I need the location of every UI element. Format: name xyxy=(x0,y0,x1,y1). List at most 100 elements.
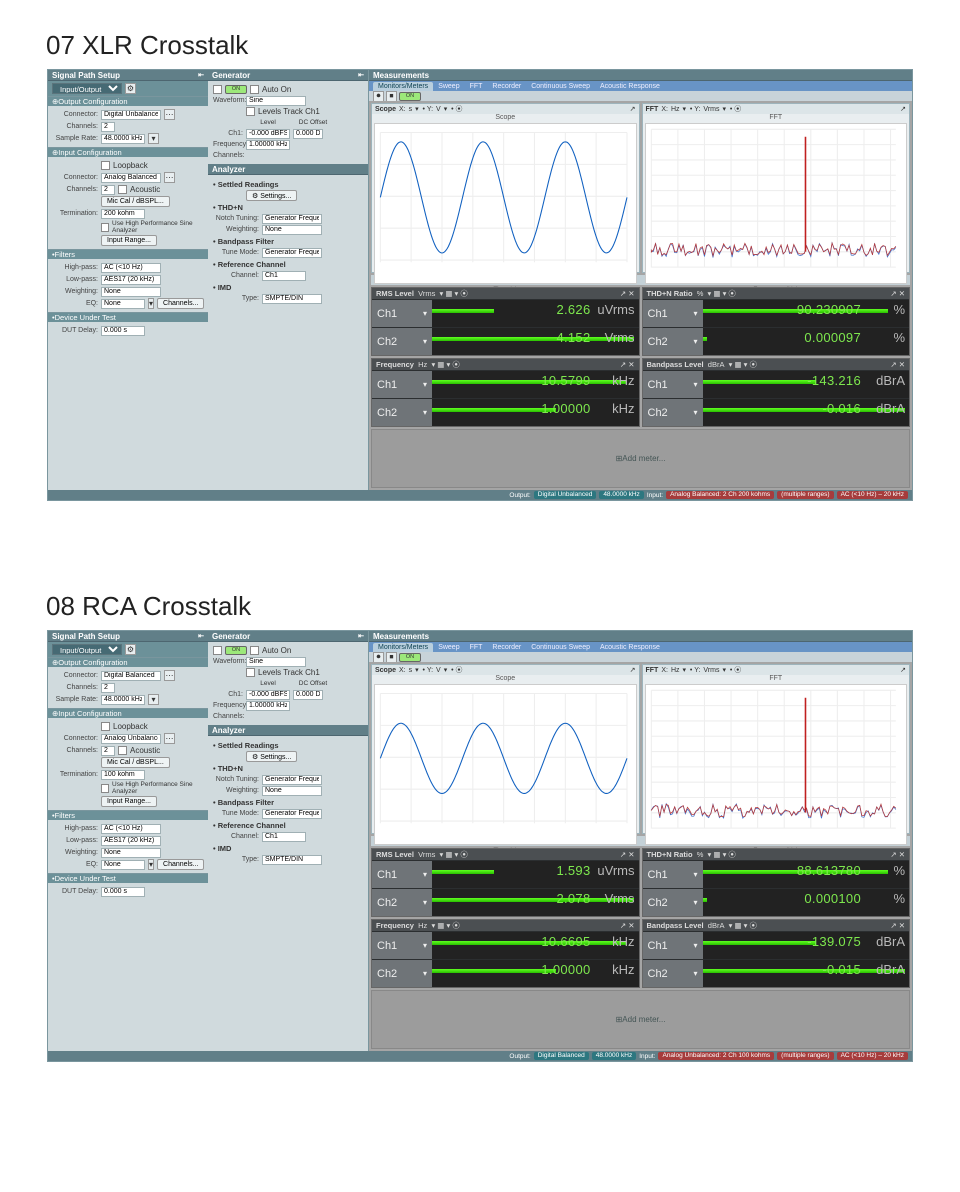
dut-delay[interactable] xyxy=(101,887,145,897)
collapse-icon[interactable]: ⇤ xyxy=(198,71,204,79)
input-range-button[interactable]: Input Range... xyxy=(101,796,157,807)
stop-icon[interactable]: ⏹ xyxy=(386,652,397,663)
highpass[interactable] xyxy=(101,263,161,273)
input-config-header[interactable]: ⊕ Input Configuration xyxy=(48,708,208,718)
meter-ch2-label[interactable]: Ch2▾ xyxy=(372,889,432,916)
hp-sine-checkbox[interactable] xyxy=(101,223,109,232)
expand-icon[interactable]: ↗ xyxy=(900,105,906,113)
dropdown-icon[interactable]: ▾ xyxy=(148,133,159,144)
tab-sweep[interactable]: Sweep xyxy=(433,643,464,652)
meter-ch2-label[interactable]: Ch2▾ xyxy=(643,328,703,355)
meter-controls[interactable]: ↗ ✕ xyxy=(620,289,635,298)
tab-contsweep[interactable]: Continuous Sweep xyxy=(526,82,595,91)
meter-ch1-label[interactable]: Ch1▾ xyxy=(643,861,703,888)
weighting[interactable] xyxy=(101,848,161,858)
gear-icon[interactable]: ⚙ xyxy=(125,83,136,94)
dut-header[interactable]: • Device Under Test xyxy=(48,873,208,883)
output-config-header[interactable]: ⊕ Output Configuration xyxy=(48,96,208,106)
scope-plot[interactable] xyxy=(374,123,637,284)
in-connector[interactable] xyxy=(101,173,161,183)
generator-on-toggle[interactable]: ON xyxy=(225,646,247,655)
channels-button[interactable]: Channels... xyxy=(157,859,204,870)
channels-button[interactable]: Channels... xyxy=(157,298,204,309)
meter-ch2-label[interactable]: Ch2▾ xyxy=(643,889,703,916)
filters-header[interactable]: • Filters xyxy=(48,249,208,259)
meter-ch1-label[interactable]: Ch1▾ xyxy=(643,932,703,959)
acoustic-checkbox[interactable] xyxy=(118,746,127,755)
bpf-tune[interactable] xyxy=(262,809,322,819)
tab-fft[interactable]: FFT xyxy=(465,643,488,652)
io-dropdown[interactable]: Input/Output xyxy=(52,644,122,655)
meter-ch1-label[interactable]: Ch1▾ xyxy=(372,300,432,327)
meter-ch1-label[interactable]: Ch1▾ xyxy=(372,932,432,959)
tab-acoustic[interactable]: Acoustic Response xyxy=(595,643,665,652)
hp-sine-checkbox[interactable] xyxy=(101,784,109,793)
tab-recorder[interactable]: Recorder xyxy=(487,643,526,652)
tab-recorder[interactable]: Recorder xyxy=(487,82,526,91)
out-connector[interactable] xyxy=(101,110,161,120)
tab-acoustic[interactable]: Acoustic Response xyxy=(595,82,665,91)
meter-ch1-label[interactable]: Ch1▾ xyxy=(643,371,703,398)
meter-controls[interactable]: ↗ ✕ xyxy=(890,289,905,298)
connector-config-icon[interactable]: ⋯ xyxy=(164,172,175,183)
add-meter-zone[interactable]: ⊞ Add meter... xyxy=(371,429,910,488)
expand-icon[interactable]: ↗ xyxy=(900,666,906,674)
meter-controls[interactable]: ↗ ✕ xyxy=(620,850,635,859)
ch1-level[interactable] xyxy=(246,129,290,139)
bpf-tune[interactable] xyxy=(262,248,322,258)
in-channels[interactable] xyxy=(101,746,115,756)
io-dropdown[interactable]: Input/Output xyxy=(52,83,122,94)
termination[interactable] xyxy=(101,209,145,219)
out-connector[interactable] xyxy=(101,671,161,681)
dut-delay[interactable] xyxy=(101,326,145,336)
notch-tuning[interactable] xyxy=(262,214,322,224)
meter-controls[interactable]: ↗ ✕ xyxy=(620,360,635,369)
out-channels[interactable] xyxy=(101,683,115,693)
expand-icon[interactable]: ↗ xyxy=(630,666,636,674)
dropdown-icon[interactable]: ▾ xyxy=(148,694,159,705)
waveform[interactable] xyxy=(246,657,306,667)
eq[interactable] xyxy=(101,299,145,309)
collapse-icon[interactable]: ⇤ xyxy=(198,632,204,640)
out-channels[interactable] xyxy=(101,122,115,132)
in-connector[interactable] xyxy=(101,734,161,744)
record-icon[interactable]: ⏺ xyxy=(373,91,384,102)
tab-sweep[interactable]: Sweep xyxy=(433,82,464,91)
output-config-header[interactable]: ⊕ Output Configuration xyxy=(48,657,208,667)
tab-fft[interactable]: FFT xyxy=(465,82,488,91)
meter-ch2-label[interactable]: Ch2▾ xyxy=(372,328,432,355)
settings-button[interactable]: ⚙ Settings... xyxy=(246,190,297,201)
connector-config-icon[interactable]: ⋯ xyxy=(164,670,175,681)
sample-rate[interactable] xyxy=(101,134,145,144)
collapse-icon[interactable]: ⇤ xyxy=(358,632,364,640)
meter-ch2-label[interactable]: Ch2▾ xyxy=(643,399,703,426)
expand-icon[interactable]: ↗ xyxy=(630,105,636,113)
lowpass[interactable] xyxy=(101,275,161,285)
thd-weighting[interactable] xyxy=(262,786,322,796)
meas-on-toggle[interactable]: ON xyxy=(399,653,421,662)
stop-icon[interactable]: ⏹ xyxy=(386,91,397,102)
input-config-header[interactable]: ⊕ Input Configuration xyxy=(48,147,208,157)
input-range-button[interactable]: Input Range... xyxy=(101,235,157,246)
termination[interactable] xyxy=(101,770,145,780)
mic-cal-button[interactable]: Mic Cal / dBSPL... xyxy=(101,757,170,768)
mic-cal-button[interactable]: Mic Cal / dBSPL... xyxy=(101,196,170,207)
ch1-dc[interactable] xyxy=(293,690,323,700)
settings-button[interactable]: ⚙ Settings... xyxy=(246,751,297,762)
meter-ch1-label[interactable]: Ch1▾ xyxy=(372,371,432,398)
gear-icon[interactable]: ⚙ xyxy=(125,644,136,655)
meter-ch2-label[interactable]: Ch2▾ xyxy=(372,399,432,426)
eq[interactable] xyxy=(101,860,145,870)
collapse-icon[interactable]: ⇤ xyxy=(358,71,364,79)
tab-contsweep[interactable]: Continuous Sweep xyxy=(526,643,595,652)
imd-type[interactable] xyxy=(262,855,322,865)
record-icon[interactable]: ⏺ xyxy=(373,652,384,663)
dut-header[interactable]: • Device Under Test xyxy=(48,312,208,322)
gen-frequency[interactable] xyxy=(246,140,290,150)
meter-controls[interactable]: ↗ ✕ xyxy=(890,850,905,859)
meas-on-toggle[interactable]: ON xyxy=(399,92,421,101)
loopback-checkbox[interactable] xyxy=(101,722,110,731)
ch1-level[interactable] xyxy=(246,690,290,700)
connector-config-icon[interactable]: ⋯ xyxy=(164,109,175,120)
loopback-checkbox[interactable] xyxy=(101,161,110,170)
